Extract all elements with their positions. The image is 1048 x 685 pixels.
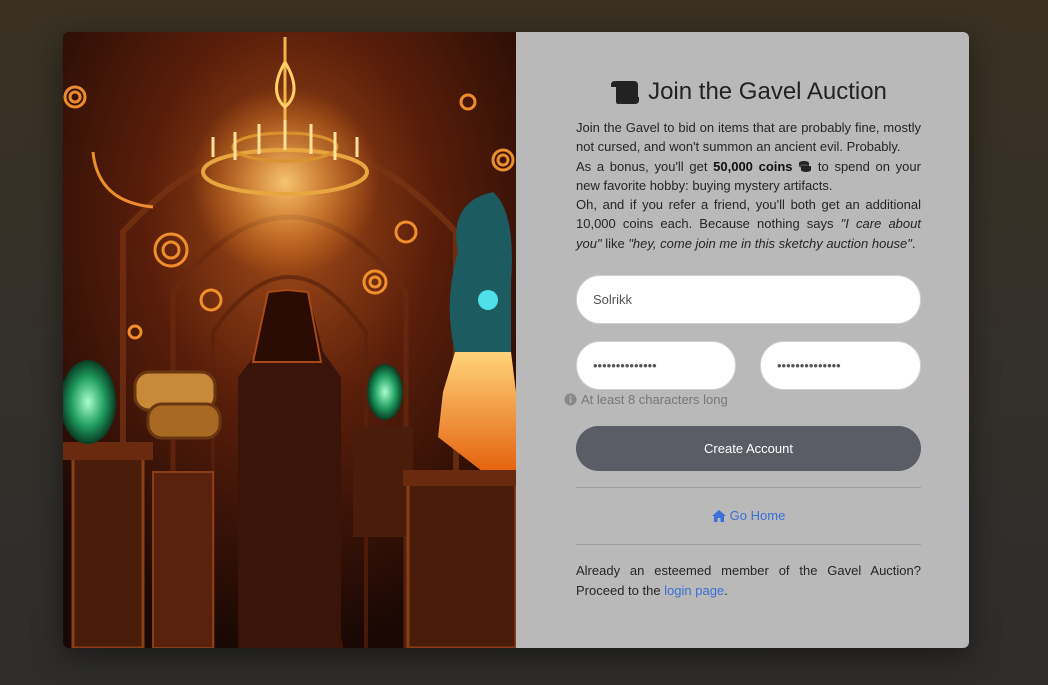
divider bbox=[576, 487, 921, 488]
login-page-link[interactable]: login page bbox=[664, 583, 724, 598]
password-hint: At least 8 characters long bbox=[564, 392, 728, 407]
login-prompt-text: Already an esteemed member of the Gavel … bbox=[576, 563, 921, 598]
create-account-button[interactable]: Create Account bbox=[576, 426, 921, 471]
go-home-link[interactable]: Go Home bbox=[576, 508, 921, 523]
password-input[interactable] bbox=[576, 341, 736, 390]
username-input[interactable] bbox=[576, 275, 921, 324]
confirm-password-input[interactable] bbox=[760, 341, 921, 390]
info-circle-icon bbox=[564, 393, 577, 406]
divider bbox=[576, 544, 921, 545]
home-icon[interactable] bbox=[711, 509, 726, 522]
signup-form: At least 8 characters long Create Accoun… bbox=[516, 32, 969, 648]
password-hint-text: At least 8 characters long bbox=[581, 392, 728, 407]
login-prompt-end: . bbox=[724, 583, 728, 598]
go-home-label[interactable]: Go Home bbox=[730, 508, 786, 523]
auction-hall-illustration bbox=[63, 32, 516, 648]
login-prompt: Already an esteemed member of the Gavel … bbox=[576, 561, 921, 601]
